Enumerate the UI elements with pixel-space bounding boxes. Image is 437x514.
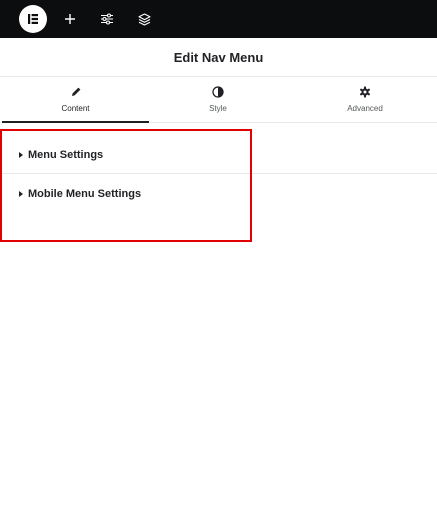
tab-content-label: Content [61, 104, 90, 113]
panel-header: Edit Nav Menu [0, 38, 437, 77]
layers-icon [137, 12, 151, 26]
sliders-icon [101, 13, 113, 25]
navigator-button[interactable] [128, 0, 160, 38]
panel-tabs: Content Style Advanced [0, 77, 437, 123]
pencil-icon [70, 85, 82, 99]
site-settings-button[interactable] [91, 0, 123, 38]
gear-icon [359, 85, 371, 99]
tab-style[interactable]: Style [145, 77, 291, 123]
caret-right-icon [19, 190, 23, 197]
tab-style-label: Style [209, 104, 227, 113]
tab-content[interactable]: Content [2, 77, 149, 123]
caret-right-icon [19, 151, 23, 158]
plus-icon [65, 14, 75, 24]
tab-advanced[interactable]: Advanced [292, 77, 437, 123]
add-element-button[interactable] [54, 0, 86, 38]
panel-title: Edit Nav Menu [173, 49, 264, 65]
section-label: Mobile Menu Settings [28, 187, 142, 200]
tab-advanced-label: Advanced [347, 104, 383, 113]
half-circle-icon [212, 85, 224, 99]
editor-topbar [0, 0, 437, 38]
elementor-logo-icon[interactable] [19, 5, 47, 33]
section-label: Menu Settings [28, 148, 104, 161]
section-mobile-menu-settings[interactable]: Mobile Menu Settings [0, 174, 437, 213]
section-menu-settings[interactable]: Menu Settings [0, 135, 437, 174]
